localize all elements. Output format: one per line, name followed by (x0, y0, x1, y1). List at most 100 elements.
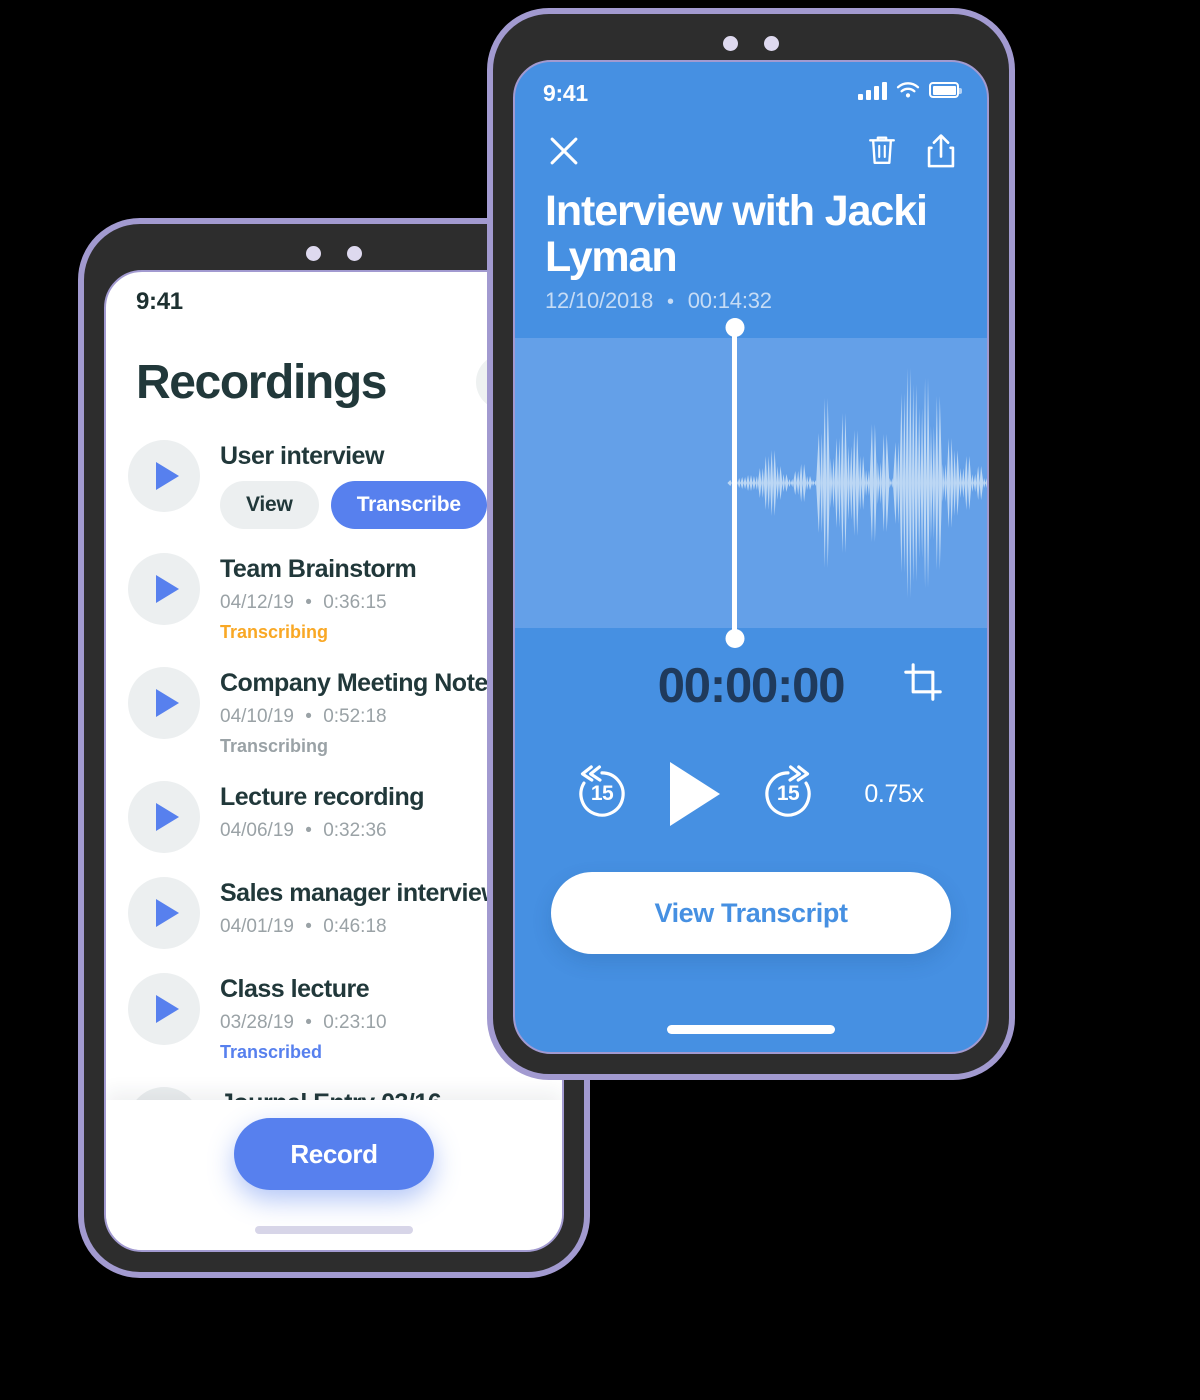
view-transcript-button[interactable]: View Transcript (551, 872, 951, 954)
play-button[interactable] (128, 973, 200, 1045)
recording-duration: 00:14:32 (687, 288, 772, 313)
skip-forward-15-button[interactable]: 15 (756, 762, 820, 826)
list-item-content: Class lecture 03/28/19 • 0:23:10 Transcr… (220, 971, 387, 1063)
meta-separator: • (305, 706, 312, 727)
play-button[interactable] (670, 762, 720, 826)
status-badge: Transcribing (220, 736, 329, 756)
play-icon (156, 689, 179, 717)
recording-duration: 0:52:18 (323, 706, 387, 727)
detail-toolbar (515, 118, 987, 170)
recording-meta: 04/10/19 • 0:52:18 (220, 706, 501, 728)
close-button[interactable] (545, 132, 583, 170)
left-footer: Record (106, 1100, 562, 1250)
recording-name: User interview (220, 442, 384, 470)
home-indicator (255, 1226, 413, 1234)
close-icon (550, 137, 578, 165)
recording-meta: 04/06/19 • 0:32:36 (220, 820, 424, 842)
meta-separator: • (305, 916, 312, 937)
recording-duration: 0:23:10 (323, 1012, 387, 1033)
status-bar-time: 9:41 (136, 288, 183, 315)
crop-button[interactable] (903, 662, 943, 707)
player-controls: 15 15 0.75x (515, 722, 987, 836)
recording-date: 04/06/19 (220, 820, 294, 841)
list-item-content: Sales manager interview 04/01/19 • 0:46:… (220, 875, 501, 938)
crop-icon (904, 663, 942, 701)
right-status-bar: 9:41 (515, 62, 987, 118)
recording-meta: 04/12/19 • 0:36:15 (220, 592, 416, 614)
recording-name: Company Meeting Notes (220, 669, 502, 697)
detail-toolbar-actions (865, 132, 957, 170)
status-badge: Transcribed (220, 1042, 323, 1062)
waveform-icon (727, 368, 987, 598)
phone-left-sensor-dots (84, 242, 584, 264)
recording-date: 12/10/2018 (545, 288, 654, 313)
recording-actions: View Transcribe (220, 481, 487, 529)
share-button[interactable] (925, 132, 957, 170)
skip-back-label: 15 (590, 782, 614, 805)
meta-separator: • (305, 1012, 312, 1033)
waveform-band[interactable] (515, 326, 987, 640)
list-item-content: Company Meeting Notes 04/10/19 • 0:52:18… (220, 665, 502, 757)
trash-icon (869, 136, 895, 164)
speaker-dot-icon (764, 35, 779, 51)
recording-name: Lecture recording (220, 783, 425, 811)
play-button[interactable] (128, 781, 200, 853)
list-item-content: Lecture recording 04/06/19 • 0:32:36 (220, 779, 425, 842)
share-icon (927, 134, 955, 168)
recording-name: Sales manager interview (220, 879, 501, 907)
recording-duration: 0:46:18 (323, 916, 387, 937)
play-icon (156, 899, 179, 927)
playback-timer: 00:00:00 (657, 659, 846, 713)
list-item-content: User interview View Transcribe (220, 438, 487, 529)
phone-right-sensor-dots (493, 32, 1009, 54)
speaker-dot-icon (347, 245, 362, 261)
recording-duration: 0:36:15 (323, 592, 387, 613)
wifi-icon (896, 82, 920, 98)
recording-name: Class lecture (220, 975, 370, 1003)
play-icon (156, 995, 179, 1023)
screenshot-stage: 9:41 Recordings User interview View Tran… (0, 0, 1200, 1400)
skip-forward-label: 15 (776, 782, 800, 805)
status-badge: Transcribing (220, 622, 329, 642)
signal-bars-icon (858, 80, 887, 100)
recording-date: 04/10/19 (220, 706, 294, 727)
status-bar-time: 9:41 (543, 80, 588, 106)
list-item-content: Team Brainstorm 04/12/19 • 0:36:15 Trans… (220, 551, 417, 643)
transcript-section: View Transcript (515, 836, 987, 954)
phone-right-player-detail: 9:41 Interview with Jacki Lyman 12/10/20… (487, 8, 1015, 1080)
play-icon (156, 462, 179, 490)
play-icon (156, 575, 179, 603)
play-button[interactable] (128, 553, 200, 625)
playback-speed-button[interactable]: 0.75x (856, 780, 932, 809)
page-title: Recordings (136, 355, 387, 409)
recording-date: 04/12/19 (220, 592, 294, 613)
playhead-scrubber[interactable] (732, 326, 738, 640)
record-button[interactable]: Record (234, 1118, 434, 1190)
meta-separator: • (667, 291, 674, 313)
transcribe-button[interactable]: Transcribe (330, 481, 487, 529)
recording-date: 03/28/19 (220, 1012, 294, 1033)
status-bar-icons (858, 80, 962, 100)
camera-dot-icon (723, 35, 738, 51)
play-icon (156, 803, 179, 831)
right-screen: 9:41 Interview with Jacki Lyman 12/10/20… (513, 60, 989, 1054)
recording-name: Team Brainstorm (220, 555, 417, 583)
battery-icon (929, 82, 962, 98)
recording-meta: 04/01/19 • 0:46:18 (220, 916, 500, 938)
home-indicator (667, 1025, 835, 1034)
recording-date: 04/01/19 (220, 916, 294, 937)
skip-back-15-button[interactable]: 15 (570, 762, 634, 826)
meta-separator: • (305, 592, 312, 613)
player-timer-row: 00:00:00 (515, 628, 987, 722)
recording-subtitle: 12/10/2018 • 00:14:32 (545, 288, 957, 314)
detail-title-block: Interview with Jacki Lyman 12/10/2018 • … (515, 170, 987, 338)
view-button[interactable]: View (220, 481, 319, 529)
recording-title: Interview with Jacki Lyman (545, 187, 928, 281)
recording-duration: 0:32:36 (323, 820, 387, 841)
play-button[interactable] (128, 667, 200, 739)
delete-button[interactable] (865, 133, 899, 169)
camera-dot-icon (306, 245, 321, 261)
play-button[interactable] (128, 440, 200, 512)
play-button[interactable] (128, 877, 200, 949)
meta-separator: • (305, 820, 312, 841)
